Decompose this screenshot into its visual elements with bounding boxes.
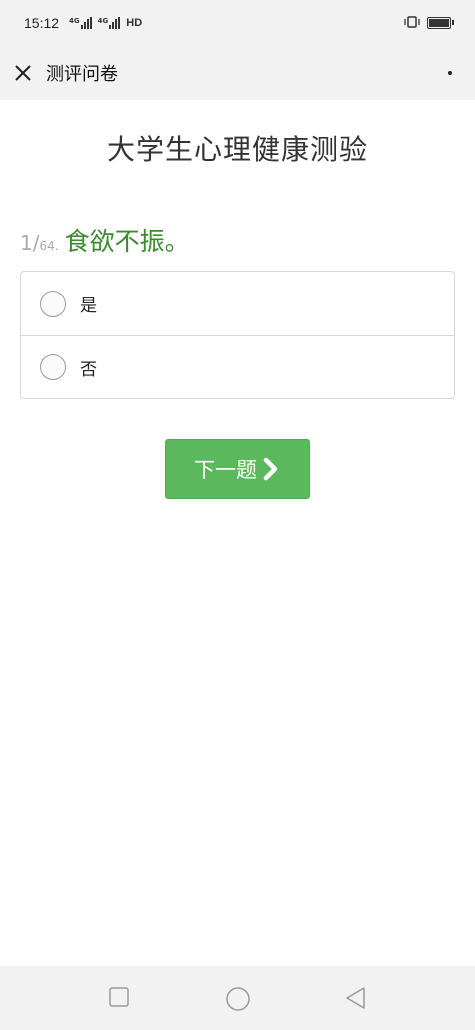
close-icon <box>15 65 31 81</box>
option-yes[interactable]: 是 <box>21 272 454 335</box>
close-button[interactable] <box>0 46 46 100</box>
option-label: 是 <box>80 296 97 316</box>
status-right <box>403 15 454 31</box>
question-number: 1 <box>20 231 33 255</box>
status-time: 15:12 <box>24 15 60 31</box>
battery-icon <box>427 17 454 29</box>
next-button-label: 下一题 <box>194 458 257 482</box>
question-text: 食欲不振。 <box>64 227 190 256</box>
signal-group: 4G 4G HD <box>69 17 142 29</box>
more-button[interactable] <box>425 46 475 100</box>
option-no[interactable]: 否 <box>21 335 454 398</box>
signal-icon-1: 4G <box>69 17 92 29</box>
nav-bar: 测评问卷 <box>0 46 475 100</box>
vibrate-icon <box>403 15 421 31</box>
hd-badge: HD <box>126 17 143 29</box>
more-icon <box>448 71 452 75</box>
system-navigation-bar <box>0 966 475 1030</box>
home-icon[interactable] <box>225 986 251 1016</box>
survey-title: 大学生心理健康测验 <box>106 133 368 166</box>
question-slash: / <box>32 231 40 255</box>
page-title: 测评问卷 <box>46 64 118 85</box>
back-icon[interactable] <box>344 986 368 1014</box>
question: 1 / 64. 食欲不振。 <box>20 222 190 258</box>
radio-button[interactable] <box>40 354 66 380</box>
recent-apps-icon[interactable] <box>108 986 130 1012</box>
radio-button[interactable] <box>40 290 66 317</box>
options-list: 是 否 <box>20 271 455 399</box>
question-total: 64. <box>39 239 59 253</box>
next-question-button[interactable]: 下一题 <box>165 439 310 499</box>
chevron-right-icon <box>263 457 278 481</box>
signal-icon-2: 4G <box>98 17 121 29</box>
status-bar: 15:12 4G 4G HD <box>0 0 475 46</box>
option-label: 否 <box>80 359 97 380</box>
